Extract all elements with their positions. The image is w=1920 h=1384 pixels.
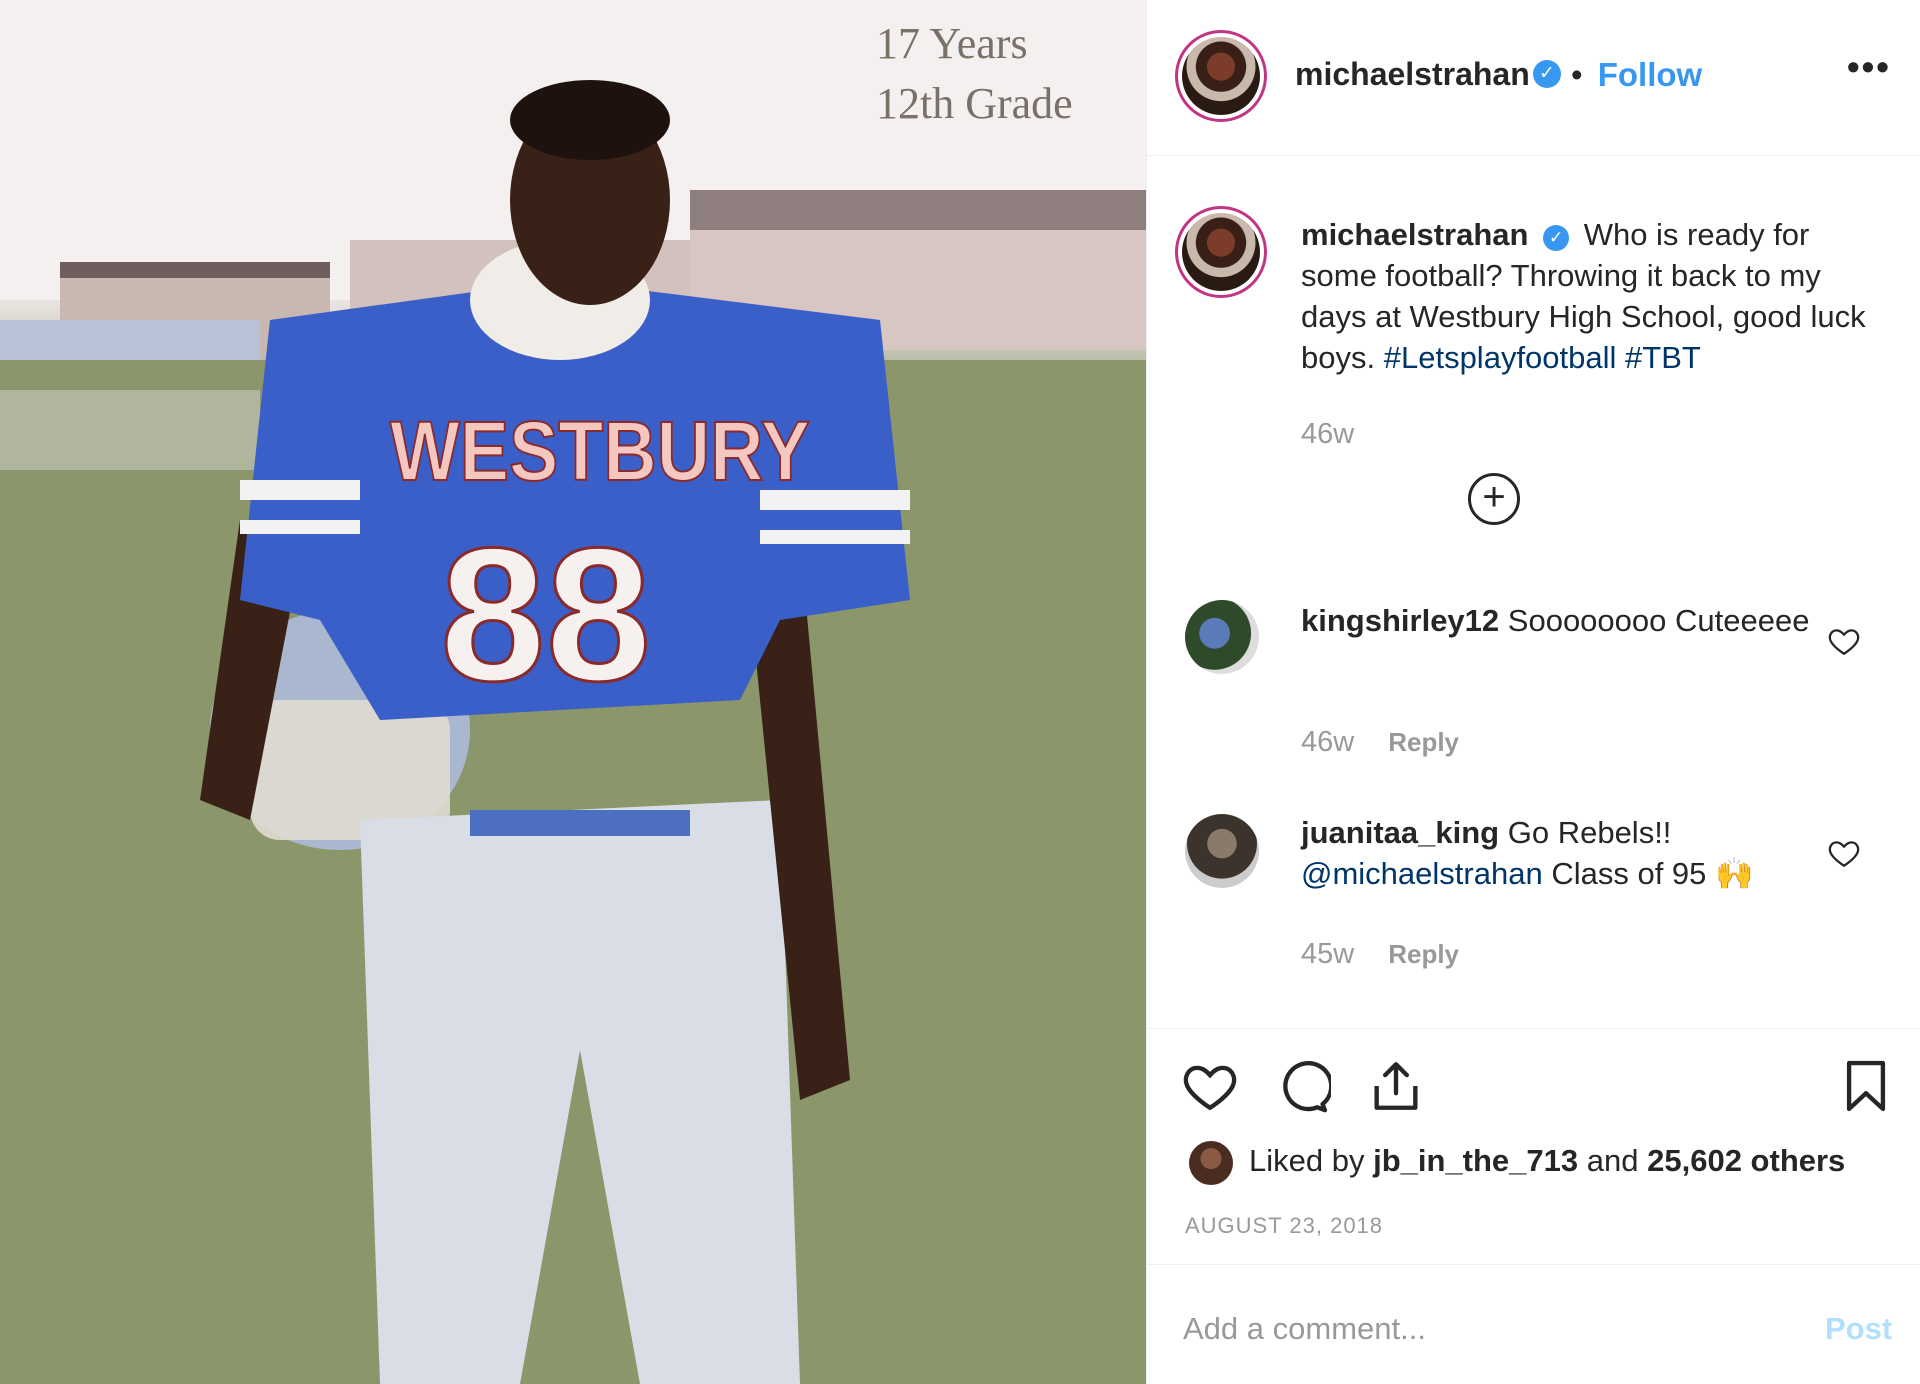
comments-area: michaelstrahan ✓ Who is ready for some f…	[1147, 156, 1920, 1028]
post-photo[interactable]: WESTBURY 88 17 Years 12th Grade	[0, 0, 1146, 1384]
post-header: michaelstrahan ✓ • Follow •••	[1147, 0, 1920, 156]
load-more-comments-button[interactable]: +	[1468, 473, 1520, 525]
liker-username[interactable]: jb_in_the_713	[1373, 1143, 1578, 1178]
comment-meta: 46w Reply	[1301, 726, 1459, 759]
add-comment-bar: Post	[1147, 1264, 1920, 1384]
hashtag-link[interactable]: #Letsplayfootball	[1384, 340, 1617, 375]
author-username[interactable]: michaelstrahan	[1295, 56, 1530, 93]
post-actions: Liked by jb_in_the_713 and 25,602 others…	[1147, 1028, 1920, 1264]
avatar-image	[1182, 213, 1260, 291]
comment-body: Go Rebels!!	[1507, 815, 1672, 850]
likes-joiner: and	[1586, 1143, 1639, 1178]
caption-avatar[interactable]	[1175, 206, 1267, 298]
separator-dot: •	[1571, 56, 1583, 93]
post-side-panel: michaelstrahan ✓ • Follow ••• michaelstr…	[1146, 0, 1920, 1384]
comment-input[interactable]	[1183, 1303, 1783, 1355]
author-avatar[interactable]	[1175, 30, 1267, 122]
comment-age[interactable]: 45w	[1301, 938, 1354, 970]
comment-meta: 45w Reply	[1301, 938, 1459, 971]
photo-caption: 17 Years 12th Grade	[876, 14, 1073, 134]
mention-link[interactable]: @michaelstrahan	[1301, 856, 1543, 891]
comment-text: juanitaa_king Go Rebels!! @michaelstraha…	[1301, 812, 1881, 894]
caption-username[interactable]: michaelstrahan	[1301, 217, 1528, 252]
follow-button[interactable]: Follow	[1598, 56, 1702, 93]
comment-like-heart-icon[interactable]	[1827, 836, 1861, 870]
comment-body: Soooooooo Cuteeeee	[1507, 603, 1810, 638]
verified-badge-icon: ✓	[1533, 60, 1561, 88]
comment-age[interactable]: 46w	[1301, 726, 1354, 758]
commenter-avatar[interactable]	[1185, 814, 1259, 888]
caption-text: michaelstrahan ✓ Who is ready for some f…	[1301, 214, 1881, 378]
reply-button[interactable]: Reply	[1388, 939, 1459, 969]
more-options-icon[interactable]: •••	[1847, 46, 1891, 88]
liker-avatar[interactable]	[1189, 1141, 1233, 1185]
comment-body-end: Class of 95 🙌	[1551, 856, 1754, 891]
post-date[interactable]: AUGUST 23, 2018	[1185, 1213, 1383, 1239]
photo-illustration: WESTBURY 88	[0, 0, 1146, 1384]
bookmark-icon[interactable]	[1837, 1057, 1895, 1115]
commenter-avatar[interactable]	[1185, 600, 1259, 674]
jersey-number: 88	[440, 509, 651, 721]
likes-prefix: Liked by	[1249, 1143, 1365, 1178]
verified-badge-icon: ✓	[1543, 225, 1570, 251]
comment-username[interactable]: kingshirley12	[1301, 603, 1499, 638]
hashtag-link[interactable]: #TBT	[1625, 340, 1701, 375]
comment-username[interactable]: juanitaa_king	[1301, 815, 1499, 850]
avatar-image	[1182, 37, 1260, 115]
comment-like-heart-icon[interactable]	[1827, 624, 1861, 658]
header-follow-group: • Follow	[1571, 56, 1702, 94]
likes-others-link[interactable]: 25,602 others	[1647, 1143, 1845, 1178]
comment-text: kingshirley12 Soooooooo Cuteeeee	[1301, 600, 1881, 641]
reply-button[interactable]: Reply	[1388, 727, 1459, 757]
caption-age[interactable]: 46w	[1301, 418, 1354, 451]
photo-caption-line1: 17 Years	[876, 19, 1028, 68]
share-icon[interactable]	[1367, 1057, 1425, 1115]
likes-summary: Liked by jb_in_the_713 and 25,602 others	[1249, 1143, 1845, 1179]
jersey-text: WESTBURY	[390, 404, 810, 498]
comment-icon[interactable]	[1273, 1057, 1331, 1115]
post-comment-button[interactable]: Post	[1825, 1311, 1892, 1347]
heart-icon[interactable]	[1181, 1057, 1239, 1115]
photo-caption-line2: 12th Grade	[876, 79, 1073, 128]
